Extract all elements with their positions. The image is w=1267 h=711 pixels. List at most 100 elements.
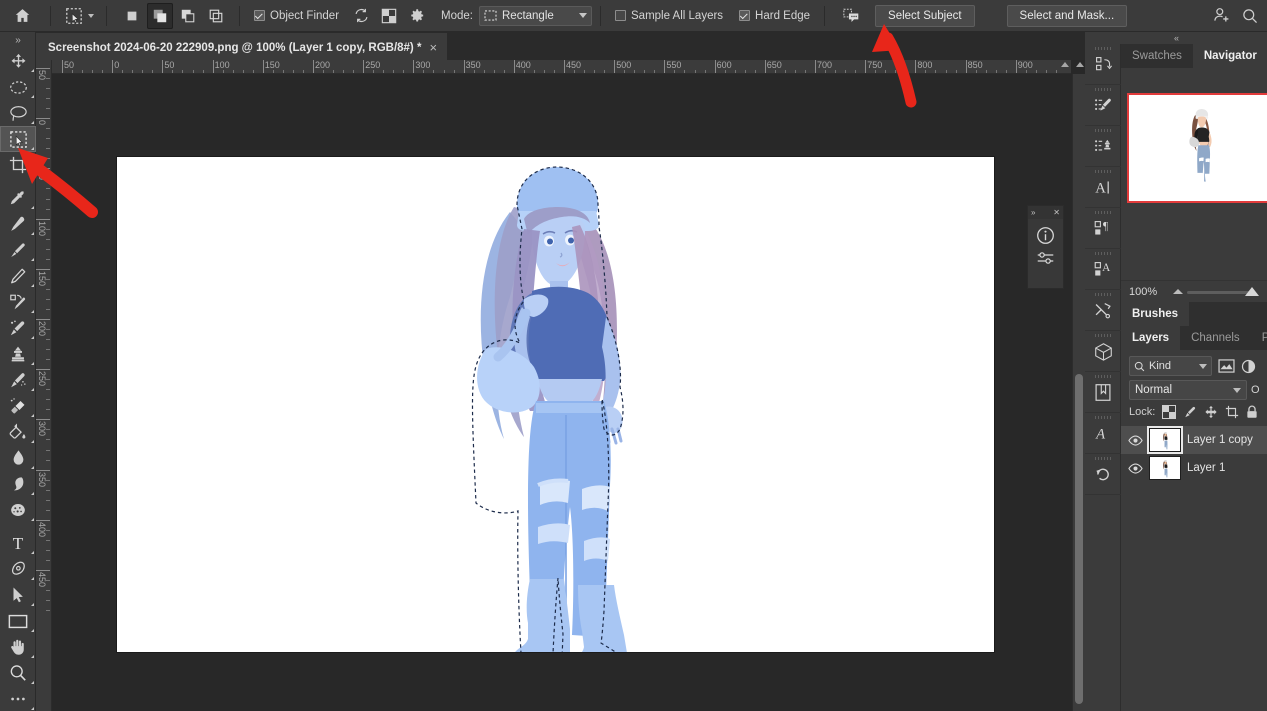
blur-tool[interactable]: [0, 445, 36, 471]
paragraph-panel-icon[interactable]: ¶: [1085, 208, 1121, 249]
hand-tool[interactable]: [0, 634, 36, 660]
selection-hud-panel[interactable]: » ✕: [1027, 205, 1064, 289]
layer-kind-filter[interactable]: Kind: [1129, 356, 1212, 376]
ruler-collapse-arrow[interactable]: [1061, 62, 1069, 67]
gradient-tool[interactable]: [0, 419, 36, 445]
show-overlay-button[interactable]: [375, 3, 403, 29]
tools-panel: » T: [0, 32, 36, 711]
intersect-with-selection-button[interactable]: [203, 3, 229, 29]
layer-row-2[interactable]: Layer 1: [1121, 454, 1267, 482]
info-circle-icon[interactable]: [1036, 226, 1055, 245]
subtract-from-selection-button[interactable]: [175, 3, 201, 29]
pen-tool[interactable]: [0, 556, 36, 582]
mixer-brush-icon: [10, 320, 25, 336]
search-icon[interactable]: [1241, 7, 1259, 25]
toolbar-collapse-button[interactable]: »: [0, 32, 35, 48]
brush-tool[interactable]: [0, 237, 36, 263]
lock-image-pixels-icon[interactable]: [1183, 405, 1197, 419]
layer-visibility-toggle[interactable]: [1127, 460, 1143, 476]
canvas-area[interactable]: » ✕: [52, 74, 1071, 711]
mode-select[interactable]: Rectangle: [479, 5, 592, 26]
select-subject-button[interactable]: Select Subject: [875, 4, 975, 27]
dodge-tool[interactable]: [0, 471, 36, 497]
lasso-tool[interactable]: [0, 100, 36, 126]
rectangle-tool[interactable]: [0, 608, 36, 634]
character-panel-icon[interactable]: A: [1085, 167, 1121, 208]
3d-panel-icon[interactable]: [1085, 331, 1121, 372]
type-tool[interactable]: T: [0, 530, 36, 556]
dock-collapse-button[interactable]: «: [1085, 32, 1267, 44]
edit-toolbar-button[interactable]: [0, 686, 36, 711]
eraser-tool[interactable]: [0, 393, 36, 419]
image-filter-icon[interactable]: [1218, 359, 1235, 373]
zoom-out-triangle-icon[interactable]: [1173, 288, 1184, 294]
tab-navigator[interactable]: Navigator: [1192, 44, 1267, 68]
document-tab[interactable]: Screenshot 2024-06-20 222909.png @ 100% …: [36, 33, 448, 60]
tool-settings-button[interactable]: [403, 3, 431, 29]
add-to-selection-button[interactable]: [147, 2, 173, 29]
hard-edge-checkbox[interactable]: Hard Edge: [739, 10, 810, 22]
history-panel-icon[interactable]: [1085, 454, 1121, 495]
hud-close-button[interactable]: ✕: [1053, 208, 1060, 217]
crop-tool[interactable]: [0, 152, 36, 178]
tab-paths[interactable]: Paths: [1250, 326, 1267, 350]
hud-collapse-button[interactable]: »: [1031, 208, 1035, 217]
add-person-icon[interactable]: [1212, 6, 1231, 25]
lock-position-icon[interactable]: [1204, 405, 1218, 419]
actions-panel-icon[interactable]: [1085, 44, 1121, 85]
adjustment-filter-icon[interactable]: [1241, 359, 1256, 374]
zoom-in-triangle-icon[interactable]: [1245, 286, 1259, 296]
gear-icon: [410, 9, 423, 22]
eyedropper-tool[interactable]: [0, 185, 36, 211]
scrollbar-thumb[interactable]: [1075, 374, 1083, 704]
svg-text:A: A: [1095, 180, 1106, 196]
libraries-panel-icon[interactable]: [1085, 372, 1121, 413]
clone-stamp-tool[interactable]: [0, 341, 36, 367]
lock-all-icon[interactable]: [1246, 405, 1258, 419]
refresh-button[interactable]: [347, 3, 375, 29]
blend-mode-select[interactable]: Normal: [1129, 380, 1247, 400]
svg-text:¶: ¶: [1103, 220, 1108, 232]
home-button[interactable]: [0, 0, 44, 32]
navigator-zoom-slider[interactable]: [1165, 286, 1259, 298]
tab-brushes[interactable]: Brushes: [1121, 302, 1190, 326]
scroll-up-arrow[interactable]: [1076, 62, 1084, 67]
canvas-vertical-scrollbar[interactable]: [1072, 62, 1085, 711]
lock-transparent-pixels-icon[interactable]: [1162, 405, 1177, 419]
close-icon[interactable]: ×: [429, 41, 437, 54]
layer-thumbnail[interactable]: [1147, 426, 1183, 454]
lock-artboard-icon[interactable]: [1225, 405, 1239, 419]
tab-swatches[interactable]: Swatches: [1121, 44, 1193, 68]
move-tool[interactable]: [0, 48, 36, 74]
tool-presets-panel-icon[interactable]: [1085, 290, 1121, 331]
ruler-minor-tick: [46, 178, 50, 180]
spot-healing-brush-tool[interactable]: [0, 211, 36, 237]
layer-thumbnail[interactable]: [1149, 456, 1181, 480]
sponge-tool[interactable]: [0, 497, 36, 523]
art-history-brush-tool[interactable]: [0, 367, 36, 393]
tool-preset-picker[interactable]: [57, 3, 100, 29]
mixer-brush-tool[interactable]: [0, 315, 36, 341]
clone-stamp-tool-alt[interactable]: [0, 289, 36, 315]
object-finder-checkbox[interactable]: Object Finder: [254, 10, 339, 22]
pencil-tool[interactable]: [0, 263, 36, 289]
artboard[interactable]: [117, 157, 994, 652]
selection-feedback-button[interactable]: [837, 3, 865, 29]
select-and-mask-button[interactable]: Select and Mask...: [1006, 4, 1128, 27]
glyphs-panel-icon[interactable]: A: [1085, 413, 1121, 454]
path-selection-tool[interactable]: [0, 582, 36, 608]
elliptical-marquee-tool[interactable]: [0, 74, 36, 100]
clone-source-panel-icon[interactable]: [1085, 126, 1121, 167]
layer-row-1[interactable]: Layer 1 copy: [1121, 426, 1267, 454]
character-styles-panel-icon[interactable]: A: [1085, 249, 1121, 290]
zoom-tool[interactable]: [0, 660, 36, 686]
navigator-thumbnail[interactable]: [1127, 93, 1267, 203]
new-selection-button[interactable]: [119, 3, 145, 29]
layer-visibility-toggle[interactable]: [1127, 432, 1143, 448]
brush-settings-panel-icon[interactable]: [1085, 85, 1121, 126]
object-selection-tool[interactable]: [0, 126, 36, 152]
sliders-icon[interactable]: [1036, 250, 1055, 266]
tab-channels[interactable]: Channels: [1180, 326, 1251, 350]
sample-all-layers-checkbox[interactable]: Sample All Layers: [615, 10, 723, 22]
tab-layers[interactable]: Layers: [1121, 326, 1181, 350]
